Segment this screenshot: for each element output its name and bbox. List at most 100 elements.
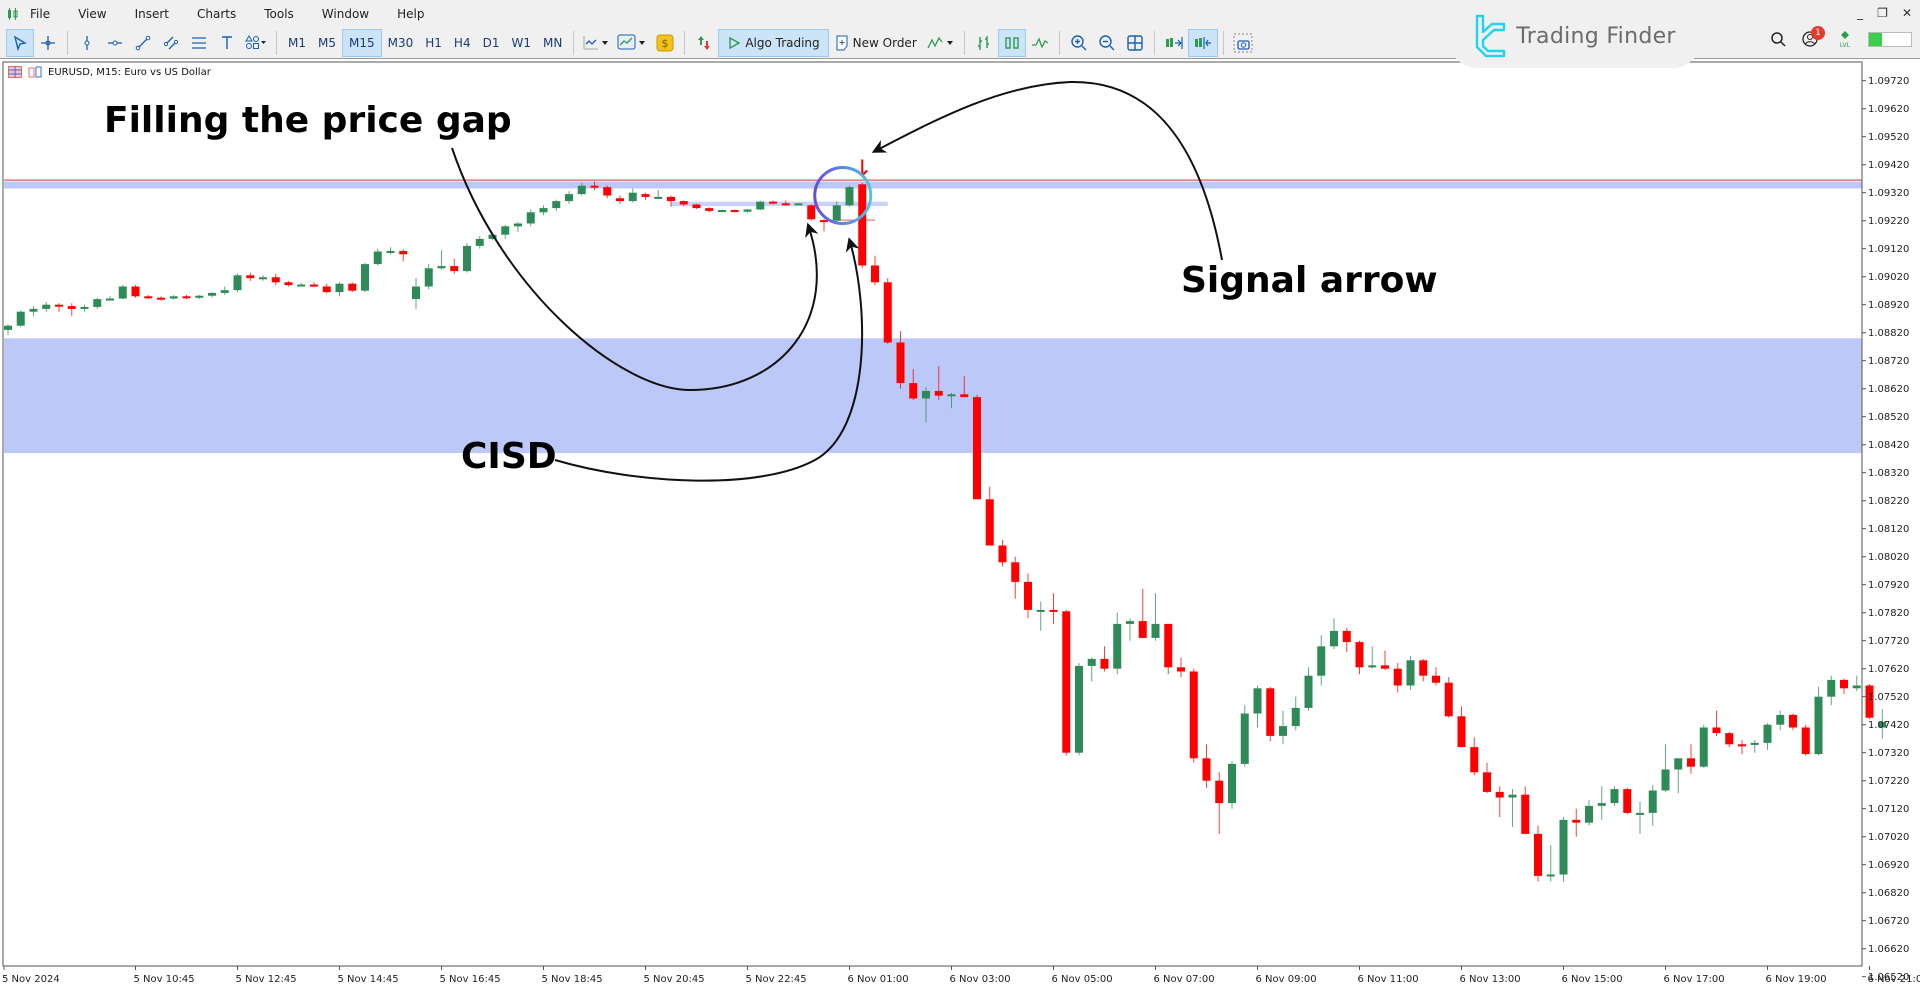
signals-icon — [927, 35, 955, 51]
screenshot-button[interactable] — [1229, 29, 1257, 57]
x-tick-label: 6 Nov 05:00 — [1052, 974, 1113, 985]
bullish-candle — [948, 394, 956, 396]
channel-button[interactable] — [157, 29, 185, 57]
minimize-icon[interactable]: _ — [1857, 6, 1863, 20]
bearish-candle — [310, 285, 318, 287]
y-tick-label: 1.07720 — [1868, 636, 1909, 647]
x-tick-label: 6 Nov 11:00 — [1358, 974, 1419, 985]
shapes-button[interactable] — [241, 29, 271, 57]
bearish-candle — [144, 296, 152, 298]
bearish-candle — [1623, 789, 1631, 813]
timeframe-h4[interactable]: H4 — [448, 29, 477, 57]
bullish-candle — [425, 268, 433, 286]
x-tick-label: 6 Nov 19:00 — [1766, 974, 1827, 985]
menu-file[interactable]: File — [30, 7, 50, 21]
bullish-candle — [106, 299, 114, 301]
timeframe-mn[interactable]: MN — [537, 29, 568, 57]
bullish-candle — [756, 202, 764, 210]
menu-help[interactable]: Help — [397, 7, 424, 21]
menu-charts[interactable]: Charts — [197, 7, 236, 21]
signals-dropdown[interactable] — [923, 29, 959, 57]
chart-window[interactable]: EURUSD, M15: Euro vs US Dollar 1.097201.… — [0, 60, 1920, 996]
svg-text:LVL: LVL — [1840, 42, 1851, 48]
restore-icon[interactable]: ❐ — [1877, 6, 1888, 20]
algo-trading-label: Algo Trading — [745, 36, 819, 50]
chart-shift-button[interactable] — [1188, 29, 1218, 57]
chart-type-dropdown[interactable] — [579, 29, 613, 57]
select-cursor-button[interactable] — [6, 29, 34, 57]
bearish-candle — [246, 275, 254, 278]
vertical-line-icon — [79, 35, 95, 51]
zoom-in-button[interactable] — [1065, 29, 1093, 57]
one-click-trading-button[interactable] — [690, 29, 718, 57]
bar-chart-button[interactable] — [970, 29, 998, 57]
timeframe-m30[interactable]: M30 — [382, 29, 420, 57]
horizontal-line-button[interactable] — [101, 29, 129, 57]
fibonacci-icon — [191, 35, 207, 51]
bearish-candle — [680, 201, 688, 204]
bearish-candle — [1139, 621, 1147, 638]
bearish-candle — [1177, 667, 1185, 671]
bearish-candle — [935, 391, 943, 396]
bullish-candle — [1305, 676, 1313, 708]
algo-trading-button[interactable]: Algo Trading — [718, 29, 828, 57]
x-tick-label: 6 Nov 17:00 — [1664, 974, 1725, 985]
indicators-dropdown[interactable] — [613, 29, 651, 57]
zoom-out-button[interactable] — [1093, 29, 1121, 57]
account-button[interactable]: 1 — [1802, 30, 1822, 48]
bearish-candle — [693, 204, 701, 208]
bullish-candle — [1279, 726, 1287, 736]
toolbar-divider — [67, 31, 68, 55]
vertical-line-button[interactable] — [73, 29, 101, 57]
window-controls: _ ❐ ✕ — [1857, 6, 1912, 20]
text-button[interactable] — [213, 29, 241, 57]
menu-tools[interactable]: Tools — [264, 7, 294, 21]
menu-window[interactable]: Window — [322, 7, 369, 21]
menu-view[interactable]: View — [78, 7, 106, 21]
bearish-candle — [667, 197, 675, 201]
market-button[interactable]: $ — [651, 29, 679, 57]
crosshair-button[interactable] — [34, 29, 62, 57]
timeframe-d1[interactable]: D1 — [477, 29, 506, 57]
chart-grid-icon — [8, 66, 22, 78]
y-tick-label: 1.07520 — [1868, 692, 1909, 703]
y-tick-label: 1.09120 — [1868, 244, 1909, 255]
bearish-candle — [55, 305, 63, 307]
timeframe-w1[interactable]: W1 — [505, 29, 537, 57]
timeframe-m5[interactable]: M5 — [312, 29, 342, 57]
new-order-button[interactable]: New Order — [829, 29, 923, 57]
bearish-candle — [132, 287, 140, 297]
bullish-candle — [221, 290, 229, 293]
bearish-candle — [782, 203, 790, 205]
bullish-candle — [1113, 624, 1121, 669]
bullish-candle — [93, 299, 101, 307]
chart-symbol-icon — [28, 66, 42, 78]
grid-icon — [1126, 34, 1144, 52]
toolbar-divider — [1059, 31, 1060, 55]
trendline-button[interactable] — [129, 29, 157, 57]
close-icon[interactable]: ✕ — [1902, 6, 1912, 20]
bearish-candle — [1738, 744, 1746, 746]
bearish-candle — [323, 287, 331, 293]
timeframe-m15[interactable]: M15 — [342, 29, 382, 57]
menu-insert[interactable]: Insert — [135, 7, 169, 21]
price-chart[interactable]: 1.097201.096201.095201.094201.093201.092… — [0, 60, 1920, 996]
search-icon[interactable] — [1770, 31, 1786, 47]
bullish-candle — [1611, 789, 1619, 803]
candlestick-icon — [1003, 34, 1021, 52]
bearish-candle — [731, 210, 739, 212]
bearish-candle — [1496, 792, 1504, 798]
bearish-candle — [1266, 688, 1274, 736]
timeframe-h1[interactable]: H1 — [419, 29, 448, 57]
bearish-candle — [1725, 733, 1733, 744]
tile-windows-button[interactable] — [1121, 29, 1149, 57]
level-icon[interactable]: LVL — [1838, 30, 1852, 48]
line-chart-button[interactable] — [1026, 29, 1054, 57]
bullish-candle — [1585, 806, 1593, 823]
bullish-candle — [438, 266, 446, 268]
timeframe-m1[interactable]: M1 — [282, 29, 312, 57]
plot-area[interactable] — [3, 62, 1862, 966]
candlestick-button[interactable] — [998, 29, 1026, 57]
autoscroll-button[interactable] — [1160, 29, 1188, 57]
fibonacci-button[interactable] — [185, 29, 213, 57]
